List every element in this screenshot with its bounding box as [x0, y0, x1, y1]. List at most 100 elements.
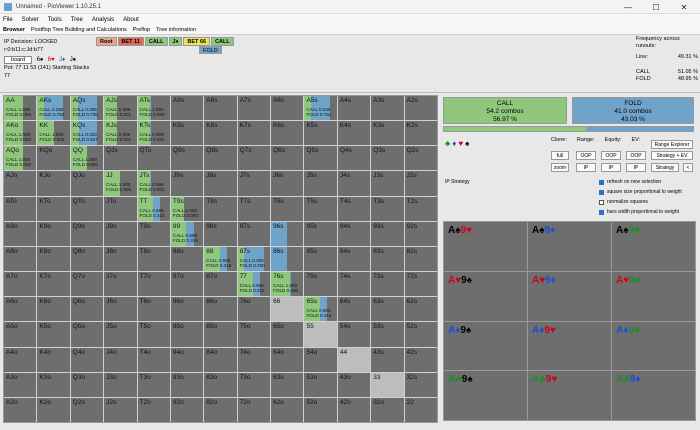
hand-cell-Q7s[interactable]: Q7s — [237, 146, 271, 171]
hand-cell-65s[interactable]: CALL 0.685 FOLD 0.315 65s — [304, 297, 337, 322]
menu-tree[interactable]: Tree — [71, 17, 83, 23]
hand-cell-JJ[interactable]: CALL 1.000 FOLD 0.000 JJ — [104, 171, 137, 196]
hand-cell-KK[interactable]: CALL 1.000 FOLD 0.000 KK — [37, 121, 70, 146]
hand-cell-T4o[interactable]: T4o — [137, 347, 170, 372]
hand-cell-84s[interactable]: 84s — [337, 246, 371, 272]
hand-cell-K7s[interactable]: K7s — [237, 121, 271, 146]
hand-cell-T6s[interactable]: T6s — [271, 196, 304, 221]
hand-cell-J3o[interactable]: J3o — [104, 372, 137, 397]
hand-cell-AQs[interactable]: CALL 0.265 FOLD 0.735 AQs — [70, 96, 104, 121]
combo-cell[interactable]: A♥9♣ — [612, 271, 695, 321]
hand-cell-K9s[interactable]: K9s — [170, 121, 204, 146]
tab-browser[interactable]: Browser — [3, 27, 25, 33]
hand-cell-88[interactable]: CALL 0.685 FOLD 0.315 88 — [204, 246, 237, 272]
combo-cell[interactable]: A♠9♥ — [444, 222, 527, 271]
hand-cell-T7s[interactable]: T7s — [237, 196, 271, 221]
hand-cell-Q2s[interactable]: Q2s — [404, 146, 437, 171]
hand-cell-A2o[interactable]: A2o — [4, 397, 37, 422]
hand-cell-QTo[interactable]: QTo — [70, 196, 104, 221]
hand-cell-94s[interactable]: 94s — [337, 221, 371, 246]
hand-cell-Q5o[interactable]: Q5o — [70, 322, 104, 347]
maximize-button[interactable]: ☐ — [642, 0, 670, 14]
menu-solver[interactable]: Solver — [22, 17, 39, 23]
hand-cell-J9s[interactable]: J9s — [170, 171, 204, 196]
equity-ip-button[interactable]: IP — [601, 163, 621, 172]
hand-cell-A2s[interactable]: A2s — [404, 96, 437, 121]
hand-cell-83s[interactable]: 83s — [371, 246, 404, 272]
zoom-button[interactable]: zoom — [551, 163, 569, 172]
hand-cell-T5s[interactable]: T5s — [304, 196, 337, 221]
hand-cell-J9o[interactable]: J9o — [104, 221, 137, 246]
hand-cell-A5o[interactable]: A5o — [4, 322, 37, 347]
hand-cell-AQo[interactable]: CALL 1.000 FOLD 0.000 AQo — [4, 146, 37, 171]
hand-cell-T9o[interactable]: T9o — [137, 221, 170, 246]
hand-cell-66[interactable]: 66 — [271, 297, 304, 322]
hand-cell-Q9o[interactable]: Q9o — [70, 221, 104, 246]
hand-cell-T2s[interactable]: T2s — [404, 196, 437, 221]
minimize-button[interactable]: — — [614, 0, 642, 14]
combo-cell[interactable]: A♠9♣ — [612, 222, 695, 271]
hand-cell-A3o[interactable]: A3o — [4, 372, 37, 397]
combo-cell[interactable]: A♦9♥ — [528, 321, 611, 371]
hand-cell-75s[interactable]: 75s — [304, 272, 337, 297]
chk-square-size-box[interactable] — [599, 189, 604, 195]
hand-cell-K4s[interactable]: K4s — [337, 121, 371, 146]
hand-cell-K8o[interactable]: K8o — [37, 246, 70, 272]
chk-normalize[interactable]: normalize squares — [599, 199, 648, 205]
combo-cell[interactable]: A♣9♥ — [528, 371, 611, 420]
hand-cell-72s[interactable]: 72s — [404, 272, 437, 297]
hand-cell-K2s[interactable]: K2s — [404, 121, 437, 146]
hand-cell-K8s[interactable]: K8s — [204, 121, 237, 146]
hand-cell-93s[interactable]: 93s — [371, 221, 404, 246]
hand-cell-Q6o[interactable]: Q6o — [70, 297, 104, 322]
hand-cell-42s[interactable]: 42s — [404, 347, 437, 372]
hand-cell-KTo[interactable]: KTo — [37, 196, 70, 221]
hand-cell-T7o[interactable]: T7o — [137, 272, 170, 297]
hand-cell-52s[interactable]: 52s — [404, 322, 437, 347]
hand-cell-95s[interactable]: 95s — [304, 221, 337, 246]
range-oop-button[interactable]: OOP — [576, 151, 596, 160]
hand-cell-A9o[interactable]: A9o — [4, 221, 37, 246]
strategy-ev-button[interactable]: Strategy + EV — [651, 151, 693, 160]
range-ip-button[interactable]: IP — [576, 163, 596, 172]
node-4[interactable]: BET 66 — [183, 37, 211, 46]
tab-postflop-tree[interactable]: Postflop Tree Building and Calculations — [31, 27, 127, 33]
hand-cell-85s[interactable]: 85s — [304, 246, 337, 272]
range-explorer-button[interactable]: Range Explorer — [651, 140, 693, 149]
chk-refresh-box[interactable] — [599, 179, 604, 185]
menu-file[interactable]: File — [3, 17, 13, 23]
hand-cell-97s[interactable]: 97s — [237, 221, 271, 246]
hand-cell-97o[interactable]: 97o — [170, 272, 204, 297]
hand-cell-AKs[interactable]: CALL 0.250 FOLD 0.750 AKs — [37, 96, 70, 121]
hand-cell-QQ[interactable]: CALL 1.000 FOLD 0.000 QQ — [70, 146, 104, 171]
hand-cell-92o[interactable]: 92o — [170, 397, 204, 422]
hand-cell-J7o[interactable]: J7o — [104, 272, 137, 297]
hand-cell-T8o[interactable]: T8o — [137, 246, 170, 272]
hand-cell-98s[interactable]: 98s — [204, 221, 237, 246]
hand-cell-J7s[interactable]: J7s — [237, 171, 271, 196]
hand-cell-44[interactable]: 44 — [337, 347, 371, 372]
tab-tree-information[interactable]: Tree information — [156, 27, 196, 33]
hand-cell-A4s[interactable]: A4s — [337, 96, 371, 121]
combo-cell[interactable]: A♥9♠ — [444, 271, 527, 321]
hand-cell-93o[interactable]: 93o — [170, 372, 204, 397]
hand-cell-76o[interactable]: 76o — [237, 297, 271, 322]
chk-bars-width[interactable]: bars width proportional to weight — [599, 209, 679, 215]
menu-about[interactable]: About — [123, 17, 139, 23]
hand-cell-85o[interactable]: 85o — [204, 322, 237, 347]
hand-cell-43s[interactable]: 43s — [371, 347, 404, 372]
hand-cell-J5s[interactable]: J5s — [304, 171, 337, 196]
close-button[interactable]: ✕ — [670, 0, 698, 14]
hand-cell-KTs[interactable]: CALL 0.999 FOLD 0.001 KTs — [137, 121, 170, 146]
hand-cell-98o[interactable]: 98o — [170, 246, 204, 272]
hand-cell-J4o[interactable]: J4o — [104, 347, 137, 372]
hand-cell-T3s[interactable]: T3s — [371, 196, 404, 221]
hand-cell-74o[interactable]: 74o — [237, 347, 271, 372]
ev-oop-button[interactable]: OOP — [626, 151, 646, 160]
hand-cell-Q7o[interactable]: Q7o — [70, 272, 104, 297]
hand-cell-55[interactable]: 55 — [304, 322, 337, 347]
hand-cell-54s[interactable]: 54s — [337, 322, 371, 347]
hand-cell-33[interactable]: 33 — [371, 372, 404, 397]
hand-cell-63s[interactable]: 63s — [371, 297, 404, 322]
menu-tools[interactable]: Tools — [48, 17, 62, 23]
